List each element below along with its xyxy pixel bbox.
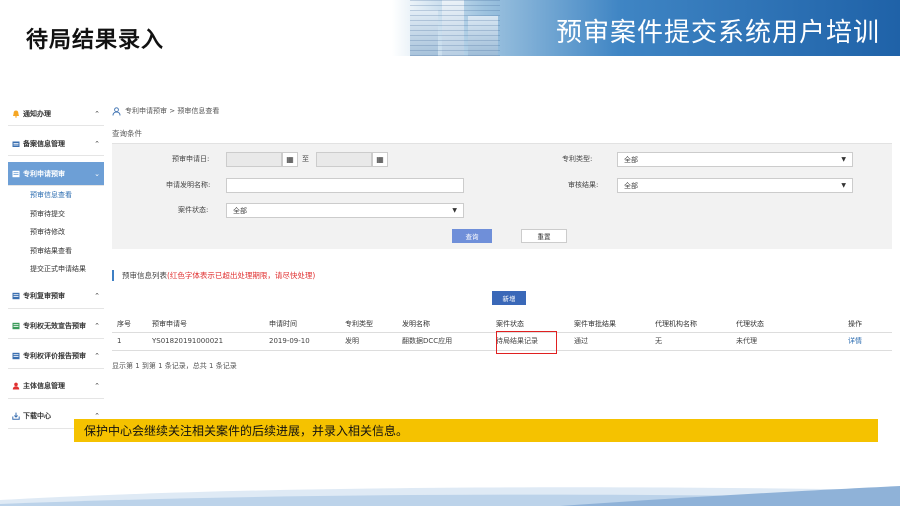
sidebar-group-notices[interactable]: 通知办理 ⌃	[8, 102, 104, 126]
query-section-title: 查询条件	[112, 129, 142, 138]
breadcrumb: 专利申请预审 > 预审信息查看	[112, 106, 219, 116]
column-header: 案件状态	[491, 316, 569, 333]
sidebar-group-entity-info[interactable]: 主体信息管理 ⌃	[8, 374, 104, 399]
download-icon	[12, 412, 20, 420]
sidebar-item-formal-application-results[interactable]: 提交正式申请结果	[8, 260, 104, 279]
chevron-up-icon: ⌃	[94, 109, 100, 118]
sidebar-item-pending-submit[interactable]: 预审待提交	[8, 204, 104, 223]
sidebar-group-label: 专利申请预审	[23, 169, 65, 178]
column-header: 代理机构名称	[650, 316, 731, 333]
sidebar-group-reexam-prereview[interactable]: 专利复审预审 ⌃	[8, 284, 104, 309]
invention-name-label: 申请发明名称:	[166, 181, 211, 189]
apply-date-start-input[interactable]	[226, 152, 282, 167]
folder-icon	[12, 140, 20, 148]
dropdown-arrow-icon: ▼	[452, 207, 457, 214]
document-icon	[12, 170, 20, 178]
pagination-info: 显示第 1 到第 1 条记录，总共 1 条记录	[112, 362, 237, 370]
sidebar-group-label: 备案信息管理	[23, 139, 65, 148]
case-status-highlight-box	[496, 331, 557, 354]
apply-date-label: 预审申请日:	[172, 155, 210, 163]
sidebar-group-evaluation-report-prereview[interactable]: 专利权评价报告预审 ⌃	[8, 344, 104, 369]
sidebar-group-application-prereview[interactable]: 专利申请预审 ⌄	[8, 162, 104, 186]
breadcrumb-text: 专利申请预审 > 预审信息查看	[125, 107, 220, 115]
cell-application-number: YS01820191000021	[147, 332, 264, 351]
review-result-label: 审核结果:	[568, 181, 599, 189]
case-status-value: 全部	[233, 206, 247, 215]
cell-agency-name: 无	[650, 332, 731, 351]
sidebar-group-label: 专利复审预审	[23, 292, 65, 300]
column-header: 操作	[818, 316, 892, 333]
sidebar-item-pending-modify[interactable]: 预审待修改	[8, 223, 104, 242]
sidebar-item-prereview-view[interactable]: 预审信息查看	[8, 186, 104, 205]
banner-title: 预审案件提交系统用户培训	[555, 18, 880, 48]
chevron-up-icon: ⌃	[94, 292, 100, 300]
dropdown-arrow-icon: ▼	[841, 182, 846, 189]
sidebar-group-invalidation-prereview[interactable]: 专利权无效宣告预审 ⌃	[8, 314, 104, 339]
column-header: 预审申请号	[147, 316, 264, 333]
column-header: 发明名称	[397, 316, 491, 333]
document-icon	[12, 292, 20, 300]
user-icon	[12, 382, 20, 390]
column-header: 序号	[112, 316, 147, 333]
cell-apply-time: 2019-09-10	[264, 332, 340, 351]
case-status-select[interactable]: 全部 ▼	[226, 203, 464, 218]
date-range-separator: 至	[302, 155, 309, 163]
dropdown-arrow-icon: ▼	[841, 156, 846, 163]
building-window-lines	[410, 0, 500, 56]
sidebar-group-label: 通知办理	[23, 109, 51, 118]
query-panel: 预审申请日: ▦ 至 ▦ 专利类型: 全部 ▼ 申请发明名称: 审核结果: 全部…	[112, 143, 892, 249]
cell-invention-name: 翻数据DCC应用	[397, 332, 491, 351]
slide-title: 待局结果录入	[26, 28, 165, 53]
user-icon	[112, 106, 121, 116]
sidebar-group-label: 专利权评价报告预审	[23, 352, 86, 360]
document-icon	[12, 322, 20, 330]
cell-index: 1	[112, 332, 147, 351]
footer-wave-decoration	[0, 486, 900, 506]
chevron-down-icon: ⌄	[94, 169, 100, 178]
sidebar-group-label: 专利权无效宣告预审	[23, 322, 86, 330]
header-banner: 预审案件提交系统用户培训	[392, 0, 900, 56]
calendar-icon[interactable]: ▦	[282, 152, 298, 167]
cell-patent-type: 发明	[340, 332, 397, 351]
patent-type-value: 全部	[624, 155, 638, 164]
calendar-icon[interactable]: ▦	[372, 152, 388, 167]
review-result-value: 全部	[624, 181, 638, 190]
review-result-select[interactable]: 全部 ▼	[617, 178, 853, 193]
overdue-warning: (红色字体表示已超出处理期限，请尽快处理)	[167, 271, 316, 280]
column-header: 代理状态	[731, 316, 818, 333]
cell-agency-status: 未代理	[731, 332, 818, 351]
invention-name-input[interactable]	[226, 178, 464, 193]
sidebar-group-filing[interactable]: 备案信息管理 ⌃	[8, 132, 104, 156]
bell-icon	[12, 110, 20, 118]
list-title-text: 预审信息列表	[122, 271, 167, 280]
column-header: 专利类型	[340, 316, 397, 333]
table-header-row: 序号 预审申请号 申请时间 专利类型 发明名称 案件状态 案件审批结果 代理机构…	[112, 316, 892, 333]
column-header: 案件审批结果	[569, 316, 650, 333]
reset-button[interactable]: 重置	[521, 229, 567, 243]
note-banner: 保护中心会继续关注相关案件的后续进展，并录入相关信息。	[74, 419, 878, 442]
search-button[interactable]: 查询	[452, 229, 492, 243]
chevron-up-icon: ⌃	[94, 352, 100, 360]
chevron-up-icon: ⌃	[94, 139, 100, 148]
document-icon	[12, 352, 20, 360]
cell-approval-result: 通过	[569, 332, 650, 351]
title-accent-bar	[112, 270, 114, 281]
patent-type-select[interactable]: 全部 ▼	[617, 152, 853, 167]
apply-date-end-input[interactable]	[316, 152, 372, 167]
sidebar-item-results-view[interactable]: 预审结果查看	[8, 241, 104, 260]
chevron-up-icon: ⌃	[94, 382, 100, 390]
patent-type-label: 专利类型:	[562, 155, 593, 163]
details-link[interactable]: 详情	[818, 332, 892, 351]
chevron-up-icon: ⌃	[94, 322, 100, 330]
case-status-label: 案件状态:	[178, 206, 209, 214]
column-header: 申请时间	[264, 316, 340, 333]
list-title: 预审信息列表 (红色字体表示已超出处理期限，请尽快处理)	[112, 270, 315, 281]
sidebar-nav: 通知办理 ⌃ 备案信息管理 ⌃ 专利申请预审 ⌄ 预审信息查看 预审待提交 预审…	[8, 102, 104, 429]
sidebar-group-label: 主体信息管理	[23, 382, 65, 390]
add-button[interactable]: 新增	[492, 291, 526, 305]
